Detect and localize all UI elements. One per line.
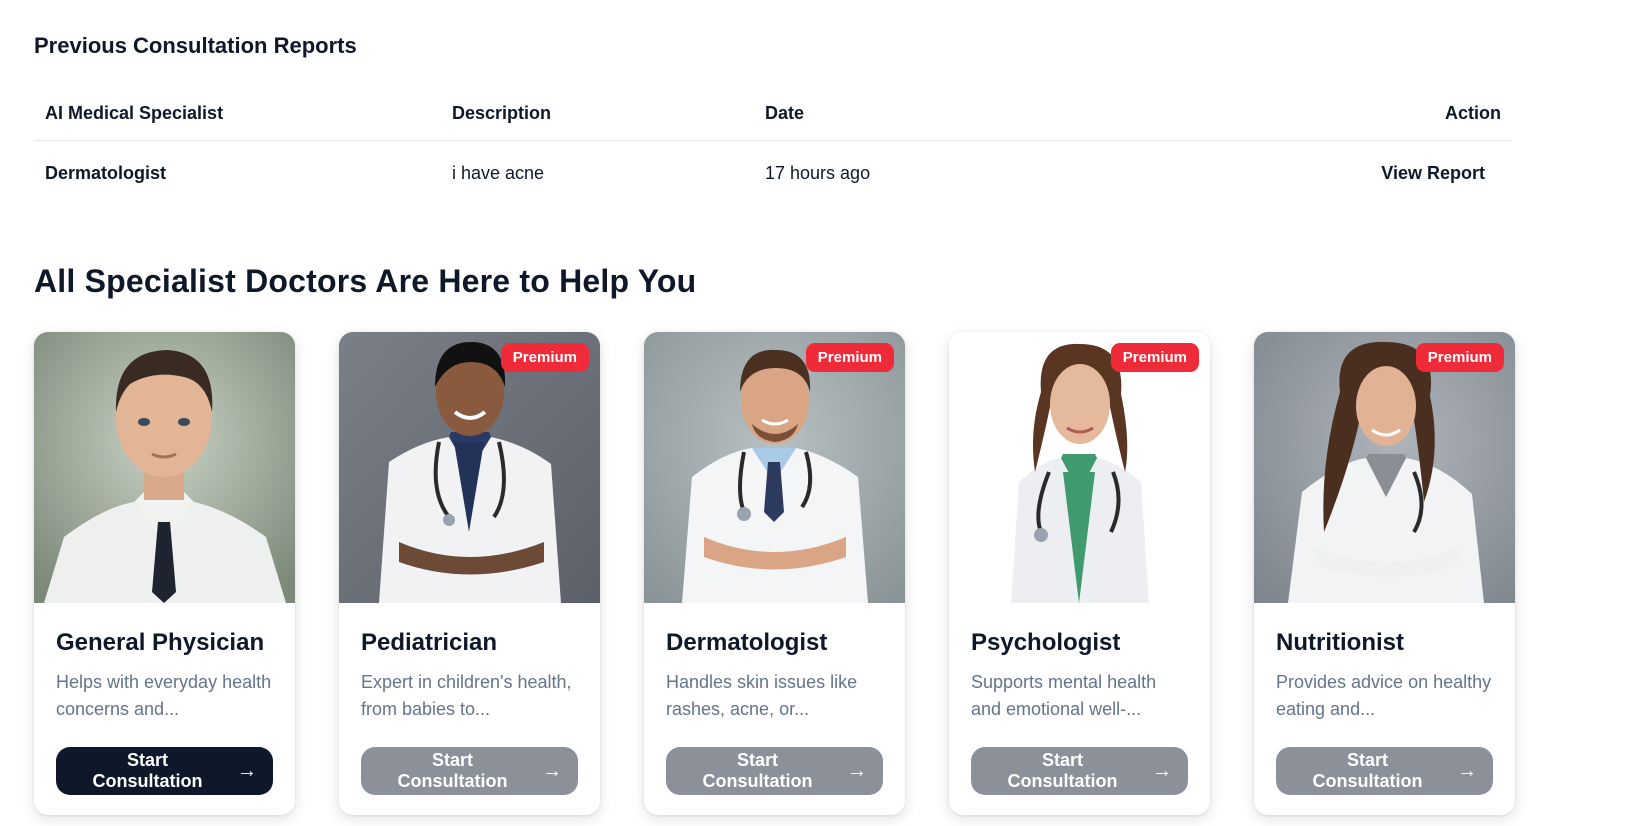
doctor-card-dermatologist: Premium Dermatologist Handles skin issue… — [644, 332, 905, 815]
view-report-button[interactable]: View Report — [1365, 157, 1501, 190]
cell-specialist: Dermatologist — [45, 162, 167, 183]
start-consultation-label: Start Consultation — [1007, 750, 1118, 791]
reports-table: AI Medical Specialist Description Date A… — [34, 88, 1512, 206]
arrow-right-icon: → — [237, 760, 257, 782]
arrow-right-icon: → — [847, 760, 867, 782]
doctor-portrait-image — [34, 332, 295, 603]
premium-badge: Premium — [1415, 343, 1504, 372]
doctor-photo — [34, 332, 295, 603]
doctor-portrait-image — [339, 332, 600, 603]
start-consultation-button[interactable]: Start Consultation → — [1276, 747, 1493, 795]
doctor-cards: General Physician Helps with everyday he… — [34, 332, 1515, 815]
start-consultation-button[interactable]: Start Consultation → — [666, 747, 883, 795]
doctor-photo: Premium — [949, 332, 1210, 603]
column-header-specialist: AI Medical Specialist — [34, 88, 441, 141]
column-header-description: Description — [441, 88, 754, 141]
start-consultation-label: Start Consultation — [397, 750, 508, 791]
doctor-name: General Physician — [56, 629, 265, 656]
doctor-name: Psychologist — [971, 629, 1121, 656]
arrow-right-icon: → — [1457, 760, 1477, 782]
doctor-card-nutritionist: Premium Nutritionist Provides advice on … — [1254, 332, 1515, 815]
table-header-row: AI Medical Specialist Description Date A… — [34, 88, 1512, 141]
premium-badge: Premium — [1110, 343, 1199, 372]
start-consultation-label: Start Consultation — [702, 750, 813, 791]
cell-description: i have acne — [452, 162, 545, 183]
doctor-photo: Premium — [1254, 332, 1515, 603]
column-header-action: Action — [1154, 88, 1512, 141]
start-consultation-label: Start Consultation — [1312, 750, 1423, 791]
cell-date: 17 hours ago — [765, 162, 871, 183]
reports-title: Previous Consultation Reports — [34, 33, 357, 58]
doctor-card-pediatrician: Premium Pediatrician Expert in children'… — [339, 332, 600, 815]
start-consultation-button[interactable]: Start Consultation → — [971, 747, 1188, 795]
doctor-description: Supports mental health and emotional wel… — [971, 672, 1157, 719]
doctor-photo: Premium — [644, 332, 905, 603]
doctor-description: Handles skin issues like rashes, acne, o… — [666, 672, 858, 719]
arrow-right-icon: → — [1152, 760, 1172, 782]
doctor-description: Helps with everyday health concerns and.… — [56, 672, 272, 719]
doctor-name: Nutritionist — [1276, 629, 1404, 656]
doctor-card-general-physician: General Physician Helps with everyday he… — [34, 332, 295, 815]
start-consultation-label: Start Consultation — [92, 750, 203, 791]
doctor-photo: Premium — [339, 332, 600, 603]
column-header-date: Date — [754, 88, 1154, 141]
doctor-description: Expert in children's health, from babies… — [361, 672, 572, 719]
doctor-name: Pediatrician — [361, 629, 498, 656]
doctor-name: Dermatologist — [666, 629, 828, 656]
premium-badge: Premium — [500, 343, 589, 372]
premium-badge: Premium — [805, 343, 894, 372]
start-consultation-button[interactable]: Start Consultation → — [361, 747, 578, 795]
doctor-portrait-image — [1254, 332, 1515, 603]
cell-action: View Report — [1154, 140, 1512, 206]
doctor-description: Provides advice on healthy eating and... — [1276, 672, 1492, 719]
doctor-portrait-image — [949, 332, 1210, 603]
arrow-right-icon: → — [542, 760, 562, 782]
table-row: Dermatologist i have acne 17 hours ago V… — [34, 140, 1512, 206]
doctors-heading: All Specialist Doctors Are Here to Help … — [34, 263, 697, 299]
doctor-portrait-image — [644, 332, 905, 603]
start-consultation-button[interactable]: Start Consultation → — [56, 747, 273, 795]
doctor-card-psychologist: Premium Psychologist Supports mental hea… — [949, 332, 1210, 815]
